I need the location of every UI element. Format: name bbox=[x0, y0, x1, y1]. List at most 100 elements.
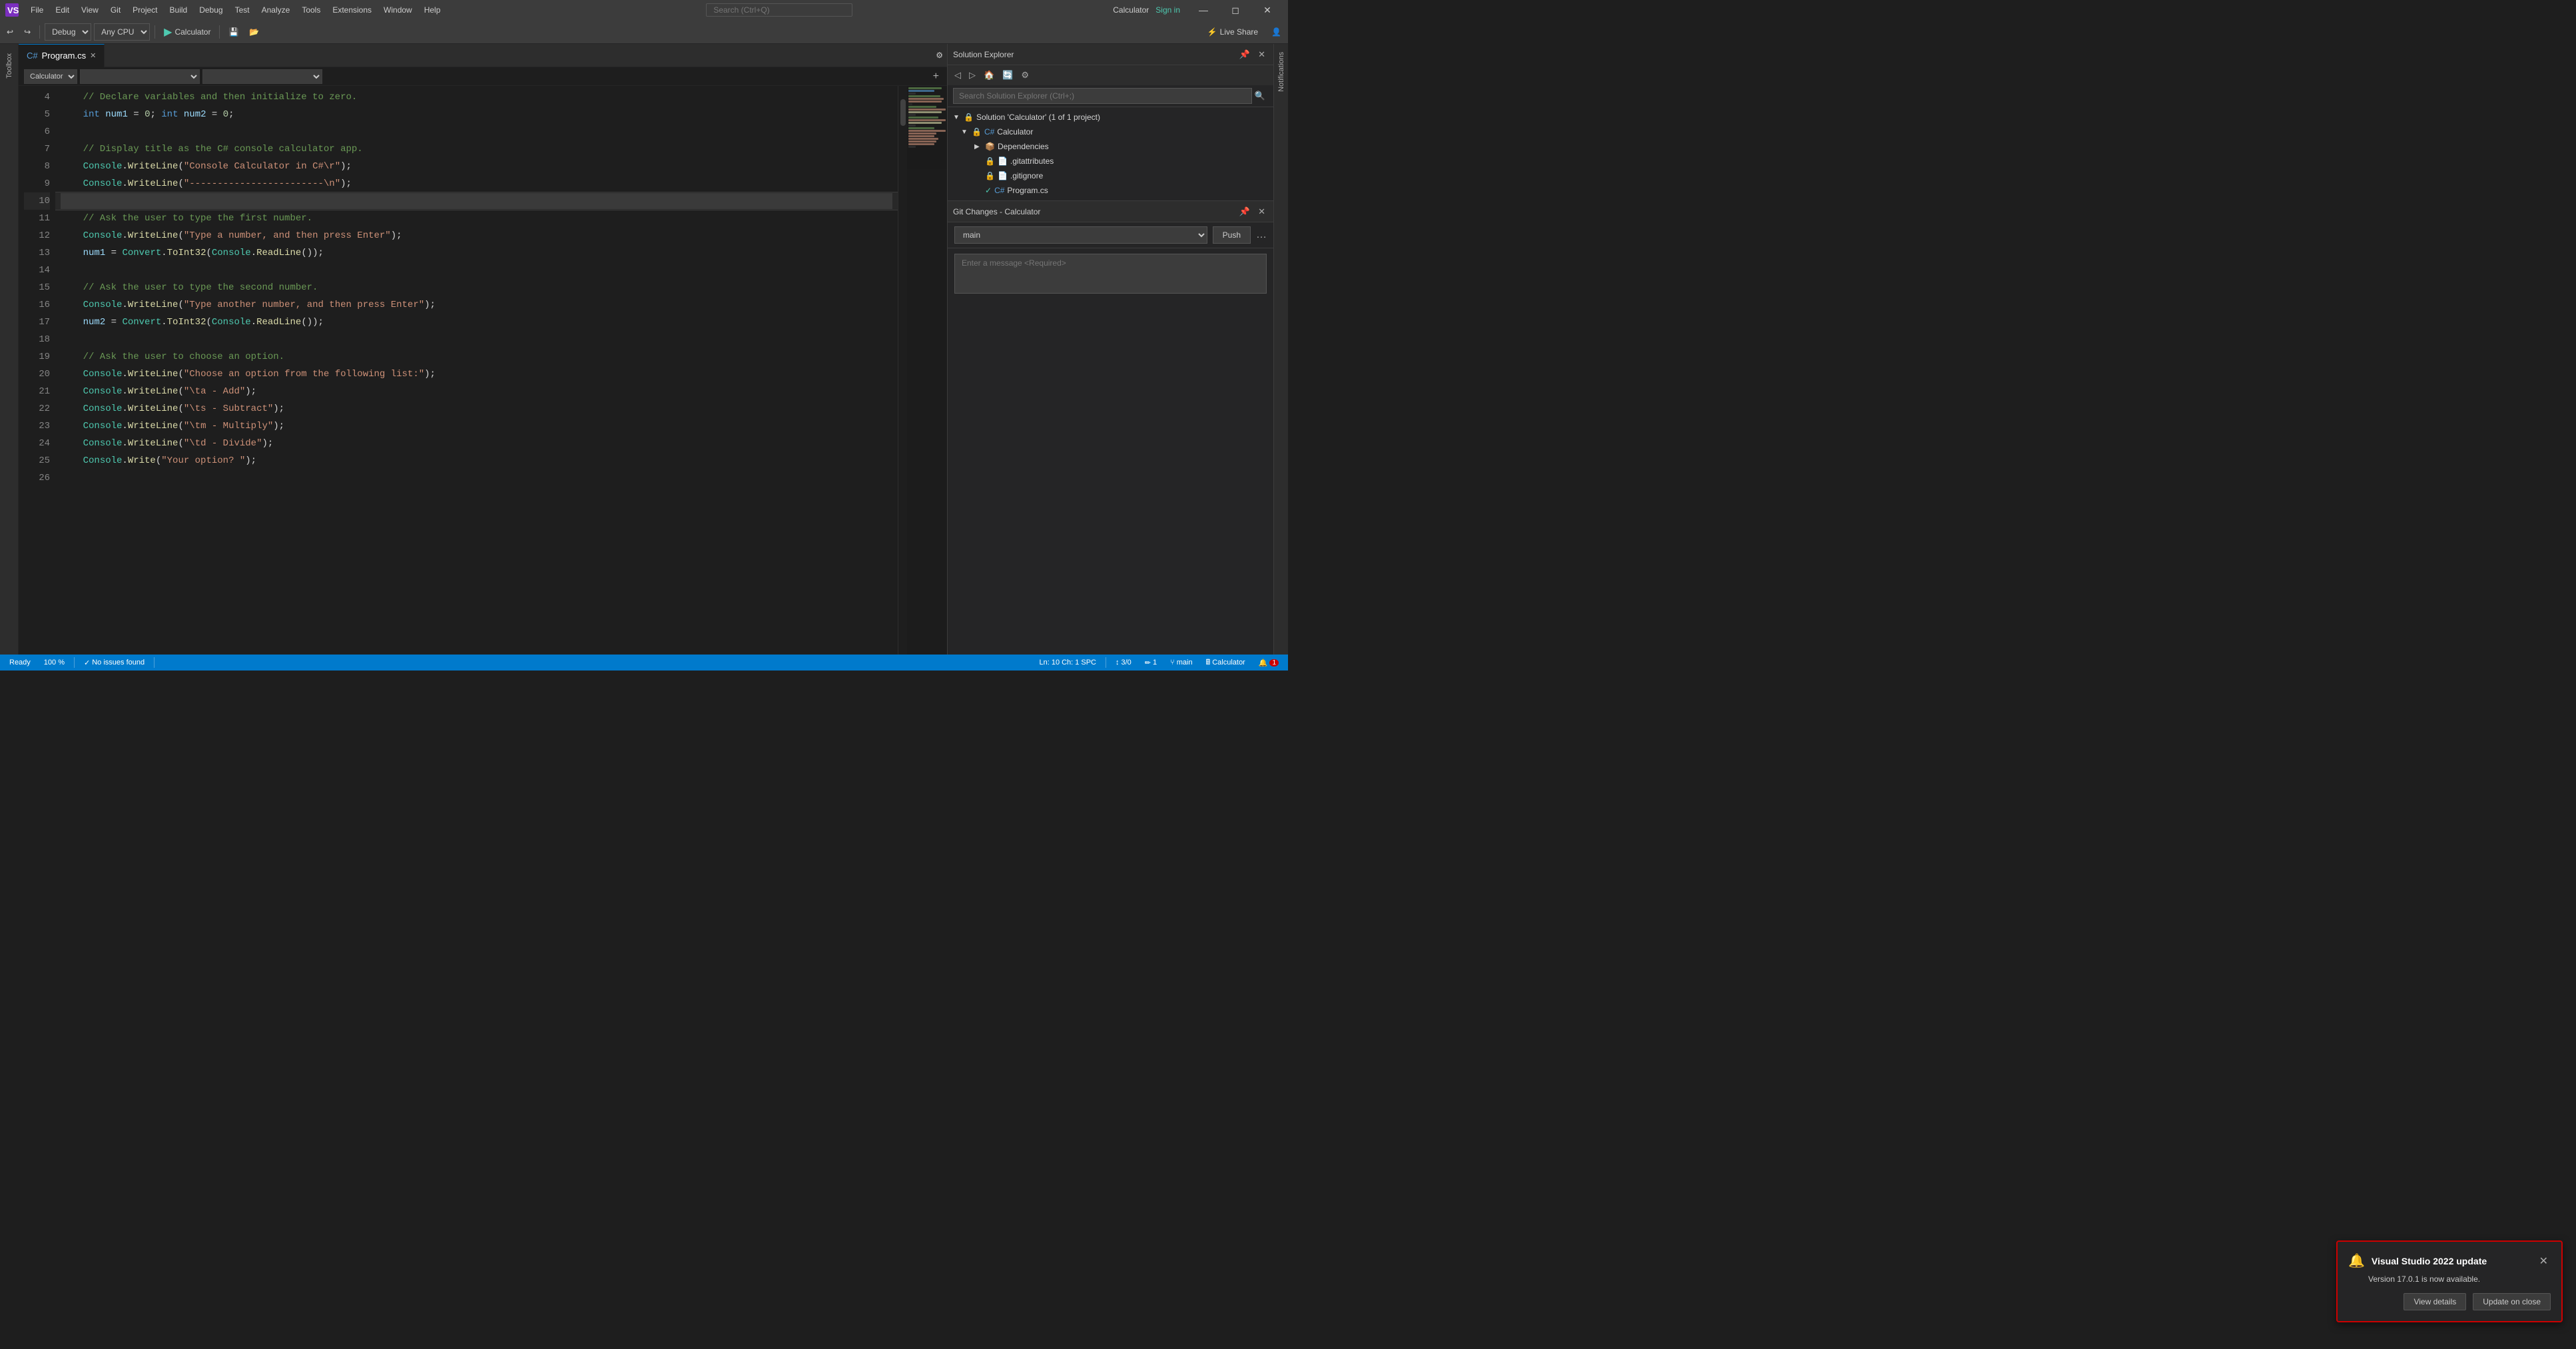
class-selector[interactable]: Calculator bbox=[24, 69, 77, 84]
method-selector[interactable] bbox=[80, 69, 200, 84]
git-changes-title: Git Changes - Calculator bbox=[953, 207, 1233, 216]
issues-status[interactable]: ✓ No issues found bbox=[80, 655, 149, 671]
code-line-23: Console.WriteLine("\tm - Multiply"); bbox=[55, 417, 898, 435]
tree-item-calculator[interactable]: ▼ 🔒 C# Calculator bbox=[948, 125, 1273, 139]
git-changes-status[interactable]: ↕ 3/0 bbox=[1112, 655, 1135, 671]
settings-icon[interactable]: ⚙ bbox=[932, 49, 947, 62]
live-share-button[interactable]: ⚡ Live Share bbox=[1201, 25, 1265, 39]
run-button[interactable]: ▶ Calculator bbox=[160, 24, 214, 40]
pen-count: 1 bbox=[1153, 659, 1157, 667]
branch-name: main bbox=[1177, 659, 1193, 667]
position-status[interactable]: Ln: 10 Ch: 1 SPC bbox=[1035, 655, 1100, 671]
git-more-button[interactable]: … bbox=[1256, 229, 1267, 241]
minimize-button[interactable]: — bbox=[1188, 0, 1219, 20]
redo-button[interactable]: ↪ bbox=[20, 25, 35, 39]
tree-label-gitattributes: .gitattributes bbox=[1010, 156, 1054, 166]
menu-edit[interactable]: Edit bbox=[50, 4, 75, 16]
menu-project[interactable]: Project bbox=[127, 4, 162, 16]
git-message-input[interactable] bbox=[954, 254, 1267, 294]
menu-analyze[interactable]: Analyze bbox=[256, 4, 296, 16]
home-icon[interactable]: 🏠 bbox=[981, 69, 997, 82]
menu-build[interactable]: Build bbox=[164, 4, 193, 16]
push-button[interactable]: Push bbox=[1213, 226, 1251, 244]
menu-bar: VS File Edit View Git Project Build Debu… bbox=[0, 0, 1288, 20]
git-toolbar: main Push … bbox=[948, 222, 1273, 248]
branch-icon: ⑂ bbox=[1170, 659, 1175, 667]
menu-file[interactable]: File bbox=[25, 4, 49, 16]
notif-count: 1 bbox=[1269, 659, 1279, 667]
menu-test[interactable]: Test bbox=[230, 4, 255, 16]
code-line-4: // Declare variables and then initialize… bbox=[55, 89, 898, 106]
update-on-close-button[interactable]: Update on close bbox=[2473, 1293, 2551, 1310]
menu-tools[interactable]: Tools bbox=[296, 4, 326, 16]
git-pin-icon[interactable]: 📌 bbox=[1237, 205, 1253, 218]
column-value: Ch: 1 bbox=[1062, 659, 1079, 667]
csharp-file-icon: C# bbox=[994, 186, 1004, 195]
notification-status[interactable]: 🔔 1 bbox=[1255, 655, 1283, 671]
config-selector[interactable]: Debug bbox=[45, 23, 91, 41]
close-tab-icon[interactable]: ✕ bbox=[90, 51, 96, 60]
close-button[interactable]: ✕ bbox=[1252, 0, 1283, 20]
notification-title: Visual Studio 2022 update bbox=[2372, 1256, 2530, 1266]
view-details-button[interactable]: View details bbox=[2404, 1293, 2466, 1310]
notification-body: Version 17.0.1 is now available. bbox=[2348, 1274, 2551, 1284]
restore-button[interactable]: ◻ bbox=[1220, 0, 1251, 20]
save-button[interactable]: 💾 bbox=[224, 25, 242, 39]
tree-arrow-calculator: ▼ bbox=[961, 129, 969, 136]
tab-program-cs[interactable]: C# Program.cs ✕ bbox=[19, 44, 105, 67]
add-nav-button[interactable]: + bbox=[930, 71, 942, 83]
editor-area: C# Program.cs ✕ ⚙ Calculator + 4 5 bbox=[19, 44, 947, 655]
search-icon[interactable]: 🔍 bbox=[1252, 89, 1268, 103]
profile-button[interactable]: 👤 bbox=[1267, 25, 1285, 39]
undo-button[interactable]: ↩ bbox=[3, 25, 17, 39]
pin-icon[interactable]: 📌 bbox=[1237, 48, 1253, 61]
branch-status[interactable]: ⑂ main bbox=[1166, 655, 1196, 671]
search-input[interactable] bbox=[706, 3, 852, 17]
code-editor[interactable]: 4 5 6 7 8 9 10 11 12 13 14 15 16 17 18 1… bbox=[19, 86, 947, 655]
notification-bell-icon: 🔔 bbox=[2348, 1252, 2365, 1269]
checkmark-icon: ✓ bbox=[985, 186, 992, 195]
tree-item-solution[interactable]: ▼ 🔒 Solution 'Calculator' (1 of 1 projec… bbox=[948, 110, 1273, 125]
menu-extensions[interactable]: Extensions bbox=[327, 4, 377, 16]
forward-icon[interactable]: ▷ bbox=[966, 69, 978, 82]
git-close-icon[interactable]: ✕ bbox=[1255, 205, 1268, 218]
menu-view[interactable]: View bbox=[76, 4, 104, 16]
sign-in[interactable]: Sign in bbox=[1155, 5, 1180, 15]
code-content[interactable]: // Declare variables and then initialize… bbox=[55, 86, 898, 655]
scrollbar-thumb[interactable] bbox=[900, 99, 906, 126]
notification-close-button[interactable]: ✕ bbox=[2537, 1253, 2551, 1269]
scope-selector[interactable] bbox=[202, 69, 322, 84]
notifications-label: Notifications bbox=[1277, 52, 1285, 92]
sync-icon[interactable]: 🔄 bbox=[1000, 69, 1016, 82]
notification-actions: View details Update on close bbox=[2348, 1293, 2551, 1310]
tree-item-dependencies[interactable]: ▶ 📦 Dependencies bbox=[948, 139, 1273, 154]
se-search-input[interactable] bbox=[953, 88, 1252, 104]
back-icon[interactable]: ◁ bbox=[952, 69, 964, 82]
pen-status[interactable]: ✏ 1 bbox=[1141, 655, 1161, 671]
zoom-status[interactable]: 100 % bbox=[40, 655, 69, 671]
tree-item-programcs[interactable]: ▶ ✓ C# Program.cs bbox=[948, 183, 1273, 198]
menu-git[interactable]: Git bbox=[105, 4, 126, 16]
menu-help[interactable]: Help bbox=[419, 4, 446, 16]
ready-label: Ready bbox=[9, 659, 31, 667]
menu-window[interactable]: Window bbox=[378, 4, 418, 16]
notification-header: 🔔 Visual Studio 2022 update ✕ bbox=[2348, 1252, 2551, 1269]
tree-item-gitattributes[interactable]: ▶ 🔒 📄 .gitattributes bbox=[948, 154, 1273, 168]
position-value: Ln: 10 bbox=[1039, 659, 1060, 667]
code-line-14 bbox=[55, 262, 898, 279]
code-line-8: Console.WriteLine("Console Calculator in… bbox=[55, 158, 898, 175]
ready-status[interactable]: Ready bbox=[5, 655, 35, 671]
code-line-17: num2 = Convert.ToInt32(Console.ReadLine(… bbox=[55, 314, 898, 331]
close-panel-icon[interactable]: ✕ bbox=[1255, 48, 1268, 61]
editor-scrollbar[interactable] bbox=[898, 86, 907, 655]
menu-debug[interactable]: Debug bbox=[194, 4, 228, 16]
settings-icon-se[interactable]: ⚙ bbox=[1018, 69, 1032, 82]
code-line-19: // Ask the user to choose an option. bbox=[55, 348, 898, 366]
tree-label-solution: Solution 'Calculator' (1 of 1 project) bbox=[976, 113, 1100, 122]
branch-selector[interactable]: main bbox=[954, 226, 1207, 244]
open-button[interactable]: 📂 bbox=[245, 25, 263, 39]
project-status[interactable]: 🖩 Calculator bbox=[1202, 655, 1249, 671]
platform-selector[interactable]: Any CPU bbox=[94, 23, 150, 41]
solution-explorer-header: Solution Explorer 📌 ✕ bbox=[948, 44, 1273, 65]
tree-item-gitignore[interactable]: ▶ 🔒 📄 .gitignore bbox=[948, 168, 1273, 183]
